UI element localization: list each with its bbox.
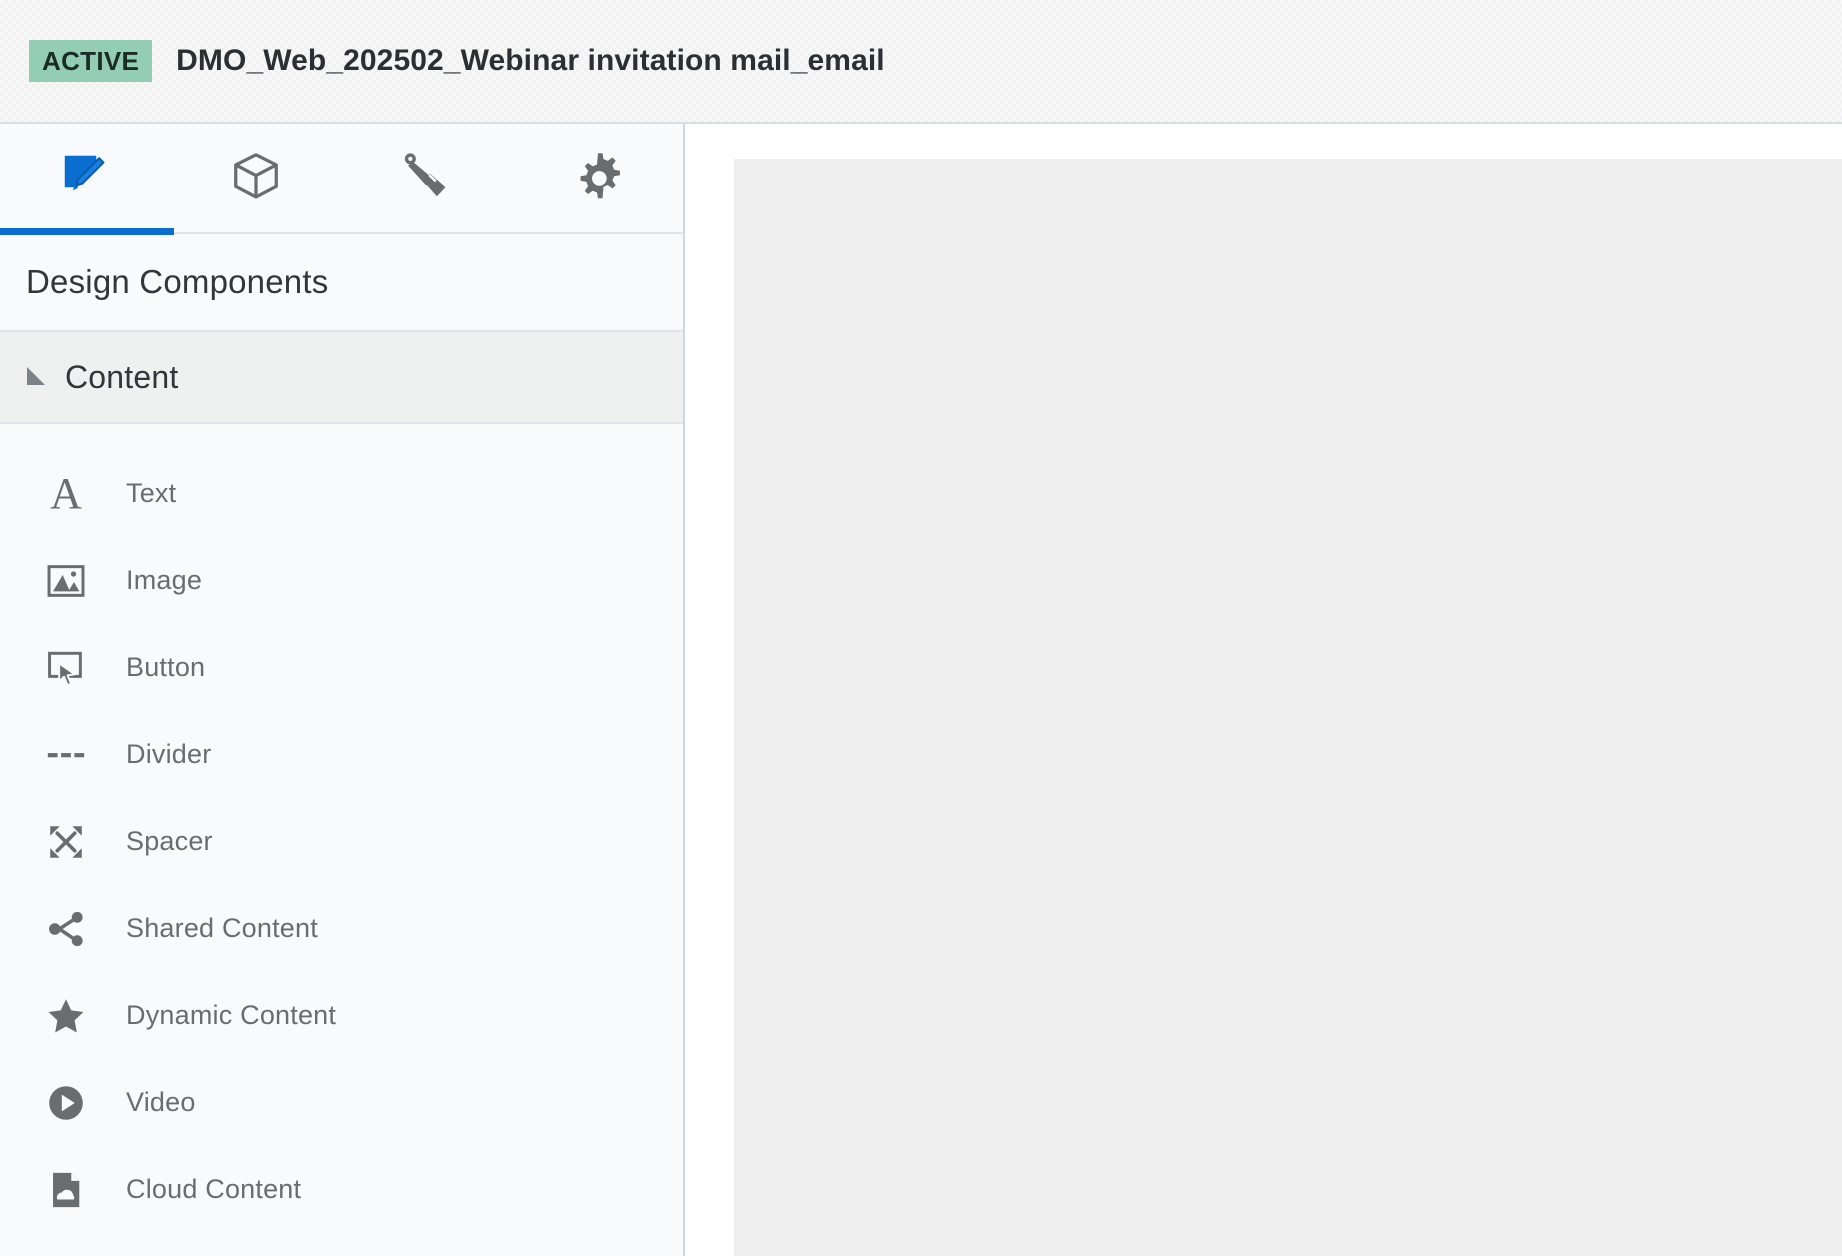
panel-title-bar: Design Components [0,234,683,332]
text-a-icon: A [50,468,82,518]
paint-brush-icon [400,149,454,208]
group-header-content[interactable]: Content [0,332,683,424]
play-circle-icon [42,1079,90,1127]
component-item-divider[interactable]: Divider [0,711,683,798]
component-label: Spacer [126,826,213,856]
share-nodes-icon [42,905,90,953]
component-item-button[interactable]: Button [0,624,683,711]
tab-settings[interactable] [512,123,683,233]
component-label: Cloud Content [126,1174,302,1204]
canvas-content-block[interactable] [734,159,1842,1256]
cloud-document-icon [42,1166,90,1214]
collapse-triangle-icon [27,367,45,385]
page-title: DMO_Web_202502_Webinar invitation mail_e… [176,44,885,77]
component-list: A Text Image Button Divider Spacer Share… [0,424,683,1256]
divider-dashed-icon [42,731,90,779]
spacer-expand-icon [42,818,90,866]
sidebar-tabstrip [0,123,683,235]
app-header: ACTIVE DMO_Web_202502_Webinar invitation… [0,0,1842,124]
left-sidebar: Design Components Content A Text Image B… [0,124,685,1256]
component-label: Text [126,478,177,508]
main-body: Design Components Content A Text Image B… [0,124,1842,1256]
star-icon [42,992,90,1040]
tab-edit[interactable] [0,123,174,235]
panel-title: Design Components [26,263,329,300]
cube-icon [229,149,283,208]
component-label: Video [126,1087,196,1117]
group-label: Content [65,358,179,395]
component-label: Dynamic Content [126,1000,337,1030]
image-icon [42,557,90,605]
tab-blocks[interactable] [171,123,342,233]
component-label: Image [126,565,203,595]
component-item-spacer[interactable]: Spacer [0,798,683,885]
status-badge: ACTIVE [29,40,153,82]
component-item-video[interactable]: Video [0,1059,683,1146]
email-canvas-area[interactable] [685,124,1842,1256]
component-label: Shared Content [126,913,318,943]
component-item-text[interactable]: A Text [0,450,683,537]
component-item-dynamic-content[interactable]: Dynamic Content [0,972,683,1059]
component-label: Divider [126,739,212,769]
edit-pencil-icon [58,149,112,208]
component-item-shared-content[interactable]: Shared Content [0,885,683,972]
tab-styles[interactable] [342,123,513,233]
component-item-cloud-content[interactable]: Cloud Content [0,1146,683,1233]
gear-icon [571,149,625,208]
tab-active-indicator [0,228,174,235]
component-label: Button [126,652,206,682]
component-item-image[interactable]: Image [0,537,683,624]
button-cursor-icon [42,644,90,692]
